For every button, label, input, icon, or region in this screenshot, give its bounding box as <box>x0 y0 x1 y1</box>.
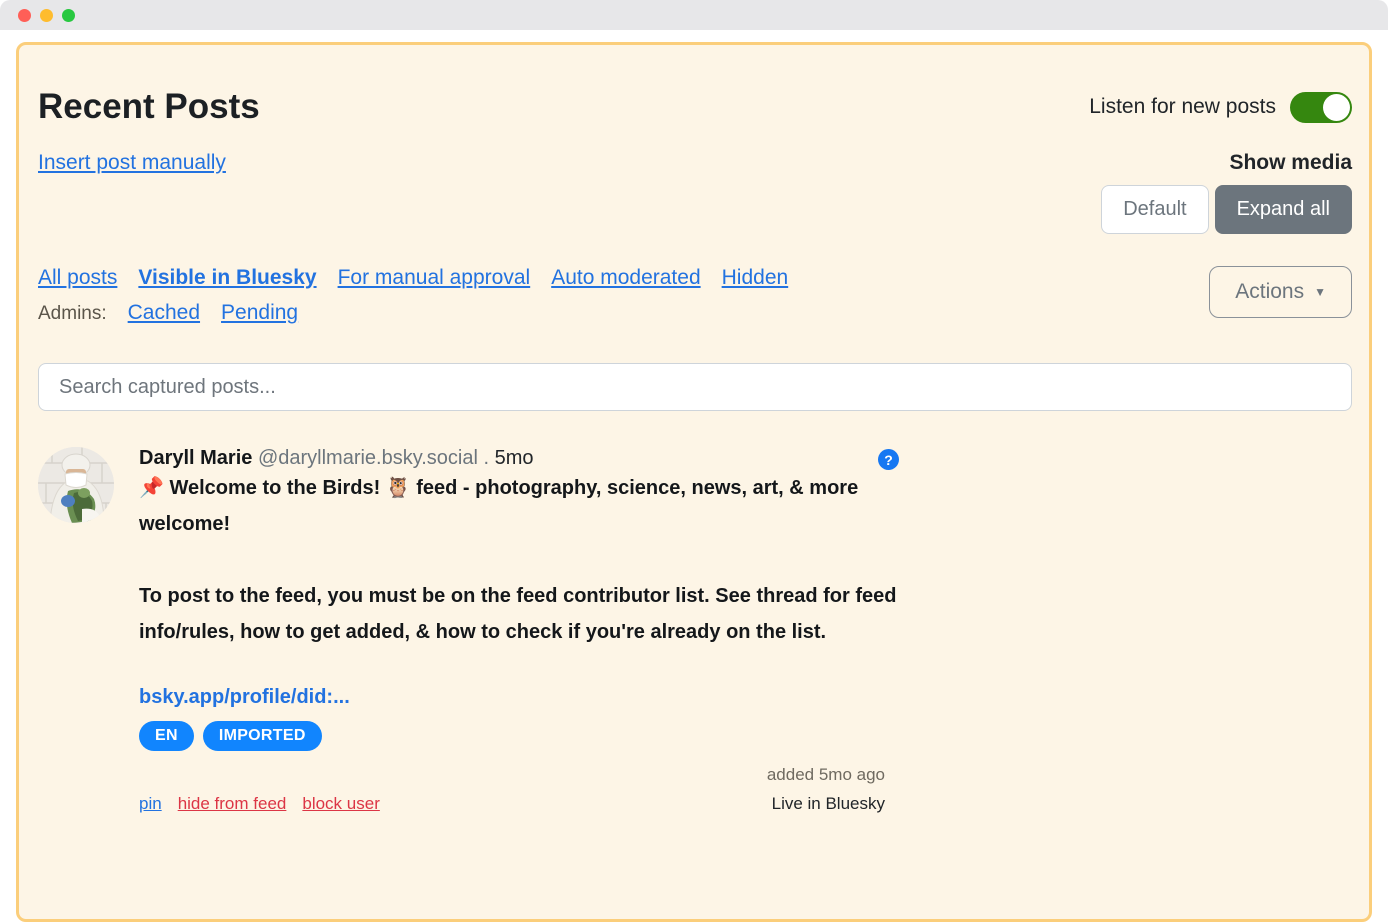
header-row: Recent Posts Listen for new posts <box>38 87 1352 127</box>
admins-label: Admins: <box>38 303 107 325</box>
insert-post-link[interactable]: Insert post manually <box>38 151 226 175</box>
post-status: Live in Bluesky <box>772 794 899 814</box>
author-handle[interactable]: @daryllmarie.bsky.social <box>258 447 478 469</box>
filter-row: All posts Visible in Bluesky For manual … <box>38 266 1352 325</box>
post-paragraph: 📌 Welcome to the Birds! 🦉 feed - photogr… <box>139 470 899 542</box>
post-header: Daryll Marie @daryllmarie.bsky.social . … <box>139 447 899 470</box>
filter-nav: All posts Visible in Bluesky For manual … <box>38 266 788 325</box>
language-badge: EN <box>139 721 194 751</box>
post-paragraph: To post to the feed, you must be on the … <box>139 578 899 650</box>
imported-badge: IMPORTED <box>203 721 322 751</box>
tab-admins-cached[interactable]: Cached <box>128 301 200 325</box>
show-media-buttons: Default Expand all <box>1101 185 1352 234</box>
expand-all-button[interactable]: Expand all <box>1215 185 1352 234</box>
tab-all-posts[interactable]: All posts <box>38 266 117 290</box>
default-button[interactable]: Default <box>1101 185 1208 234</box>
avatar-image-icon <box>38 447 114 523</box>
tab-visible-in-bluesky[interactable]: Visible in Bluesky <box>138 266 316 290</box>
post-author-line: Daryll Marie @daryllmarie.bsky.social . … <box>139 447 534 470</box>
tab-auto-moderated[interactable]: Auto moderated <box>551 266 700 290</box>
recent-posts-panel: Recent Posts Listen for new posts Insert… <box>16 42 1372 922</box>
chevron-down-icon: ▼ <box>1314 286 1326 298</box>
zoom-icon[interactable] <box>62 9 75 22</box>
block-user-link[interactable]: block user <box>302 794 379 814</box>
close-icon[interactable] <box>18 9 31 22</box>
post-footer-row: pin hide from feed block user Live in Bl… <box>139 794 899 814</box>
post-text: 📌 Welcome to the Birds! 🦉 feed - photogr… <box>139 470 899 650</box>
post-age: 5mo <box>495 447 534 469</box>
toggle-knob-icon <box>1323 94 1350 121</box>
help-icon[interactable]: ? <box>878 449 899 470</box>
search-input[interactable] <box>38 363 1352 411</box>
post-added-timestamp: added 5mo ago <box>139 765 899 785</box>
tab-hidden[interactable]: Hidden <box>722 266 789 290</box>
post-actions: pin hide from feed block user <box>139 794 380 814</box>
listen-label: Listen for new posts <box>1089 95 1276 119</box>
dot-separator: . <box>484 447 490 469</box>
listen-for-new-posts: Listen for new posts <box>1089 92 1352 123</box>
hide-from-feed-link[interactable]: hide from feed <box>178 794 287 814</box>
minimize-icon[interactable] <box>40 9 53 22</box>
actions-label: Actions <box>1235 280 1304 304</box>
listen-toggle[interactable] <box>1290 92 1352 123</box>
avatar[interactable] <box>38 447 114 523</box>
show-media-controls: Show media Default Expand all <box>1101 151 1352 234</box>
actions-dropdown-button[interactable]: Actions ▼ <box>1209 266 1352 318</box>
author-name[interactable]: Daryll Marie <box>139 447 252 469</box>
admins-filter: Admins: Cached Pending <box>38 301 788 325</box>
post-badges: EN IMPORTED <box>139 721 899 751</box>
pin-action-link[interactable]: pin <box>139 794 162 814</box>
window-titlebar <box>0 0 1388 30</box>
post-content: Daryll Marie @daryllmarie.bsky.social . … <box>139 447 899 814</box>
tab-for-manual-approval[interactable]: For manual approval <box>338 266 531 290</box>
show-media-label: Show media <box>1101 151 1352 175</box>
page-title: Recent Posts <box>38 87 260 127</box>
toolbar-row: Insert post manually Show media Default … <box>38 151 1352 234</box>
post-filter-tabs: All posts Visible in Bluesky For manual … <box>38 266 788 290</box>
tab-admins-pending[interactable]: Pending <box>221 301 298 325</box>
post-profile-link[interactable]: bsky.app/profile/did:... <box>139 686 350 709</box>
post-item: Daryll Marie @daryllmarie.bsky.social . … <box>38 447 1352 814</box>
